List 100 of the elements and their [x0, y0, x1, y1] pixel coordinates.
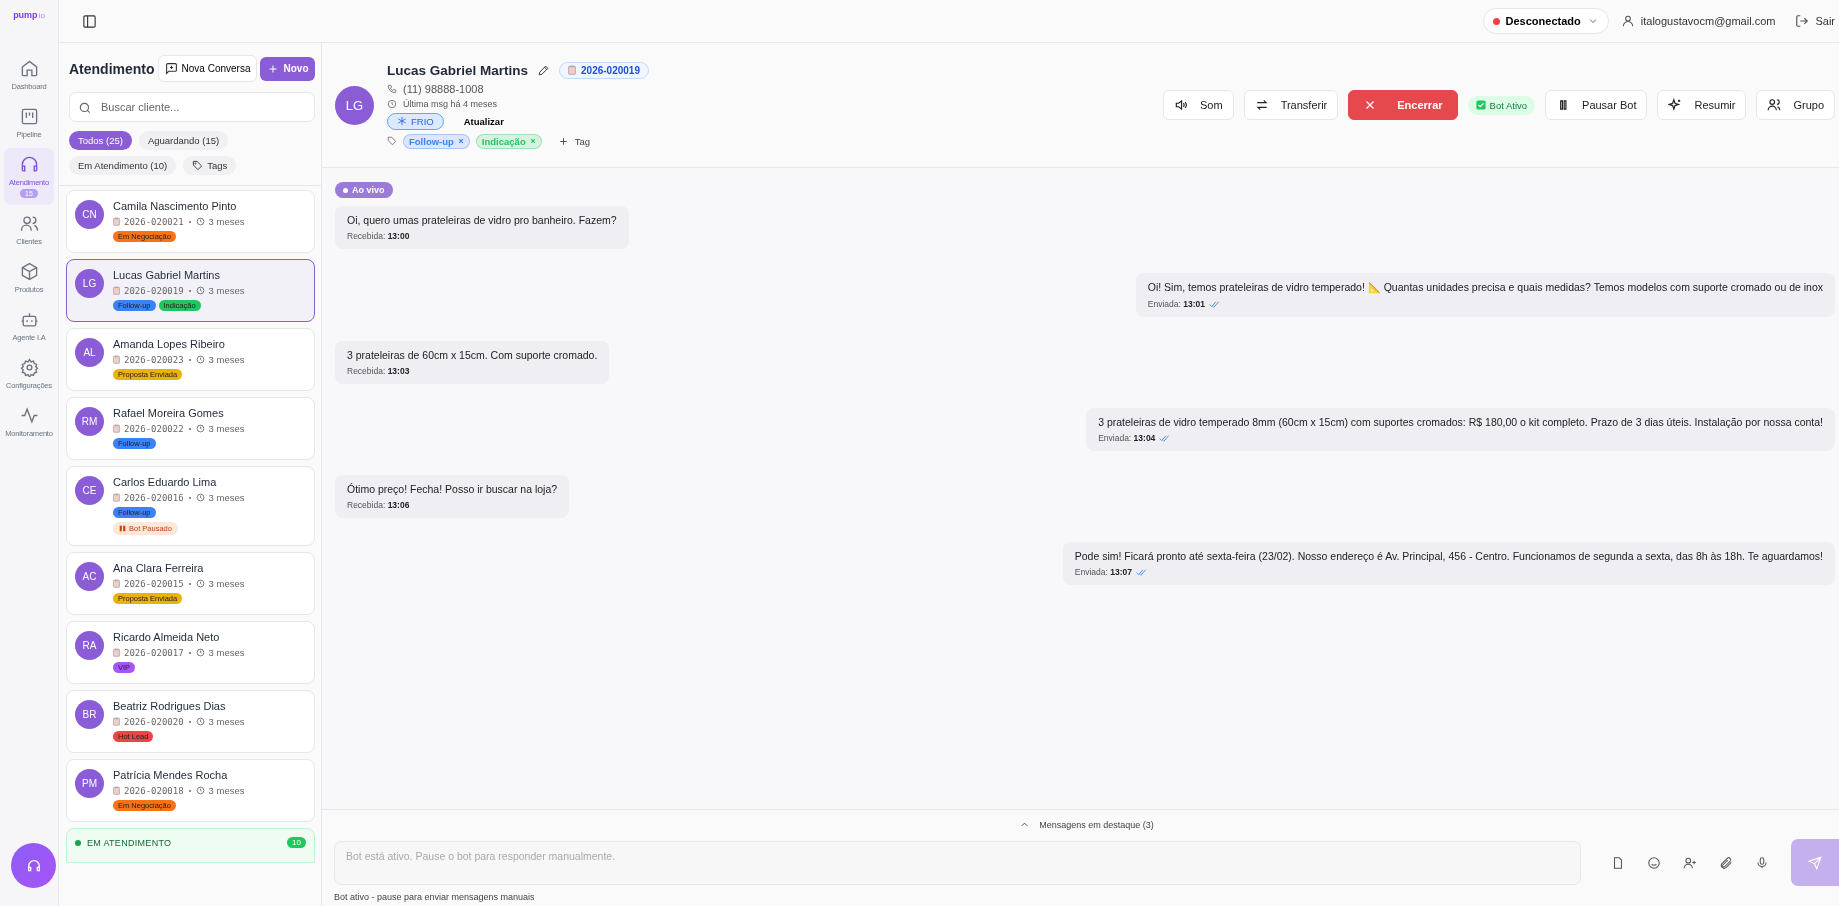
clipboard-icon — [113, 786, 120, 795]
phone-icon — [387, 83, 397, 94]
sound-button[interactable]: Som — [1163, 90, 1234, 120]
client-name: Amanda Lopes Ribeiro — [113, 338, 226, 350]
section-header[interactable]: EM ATENDIMENTO 10 — [66, 828, 315, 863]
avatar: BR — [75, 700, 104, 729]
pause-icon — [119, 525, 126, 532]
message-time: Recebida: 13:03 — [347, 366, 410, 376]
clipboard-icon — [568, 65, 577, 75]
client-name: Ricardo Almeida Neto — [113, 631, 221, 643]
sparkle-icon — [1668, 98, 1683, 112]
section-title: EM ATENDIMENTO — [87, 837, 172, 848]
clock-icon — [195, 717, 205, 726]
logout-link[interactable]: Sair — [1795, 14, 1835, 28]
clock-icon — [195, 355, 205, 364]
edit-icon[interactable] — [537, 63, 551, 77]
client-code: 2026-020023 — [124, 354, 184, 365]
message-text: Pode sim! Ficará pronto até sexta-feira (23/02). Nosso endereço é Av. Principal, 456 - Centro. Funcionamos de segunda a sexta, das 8h às 18h. Te aguardamos! — [1074, 550, 1823, 562]
microphone-icon[interactable] — [1755, 855, 1769, 870]
arrows-icon — [1254, 98, 1269, 112]
client-name: Beatriz Rodrigues Dias — [113, 700, 227, 712]
message-text: 3 prateleiras de vidro temperado 8mm (60cm x 15cm) com suportes cromados: R$ 180,00 o kit completo. Prazo de 3 dias úteis. Instalação por nossa conta! — [1098, 416, 1823, 428]
client-code: 2026-020015 — [124, 578, 184, 589]
avatar: PM — [75, 769, 104, 798]
message-text: 3 prateleiras de 60cm x 15cm. Com suporte cromado. — [347, 349, 598, 361]
emoji-icon[interactable] — [1647, 855, 1661, 870]
code-badge: 2026-020019 — [559, 61, 649, 79]
snowflake-icon — [397, 116, 407, 126]
client-code: 2026-020019 — [124, 285, 184, 296]
update-button[interactable]: Atualizar — [457, 114, 510, 128]
filter-chip[interactable]: Tags — [183, 156, 237, 175]
headset-icon — [25, 857, 42, 874]
avatar: CN — [75, 200, 104, 229]
robot-icon — [19, 310, 39, 329]
settings-icon — [19, 358, 39, 377]
clipboard-icon — [113, 717, 120, 726]
message-plus-icon — [164, 62, 178, 75]
clipboard-icon — [113, 424, 120, 433]
clock-icon — [195, 217, 205, 226]
time-ago: 3 meses — [208, 716, 245, 727]
time-ago: 3 meses — [208, 216, 245, 227]
box-icon — [19, 262, 39, 281]
time-ago: 3 meses — [208, 354, 245, 365]
client-code: 2026-020022 — [124, 423, 184, 434]
client-name: Lucas Gabriel Martins — [113, 269, 221, 281]
phone-number: (11) 98888-1008 — [403, 82, 484, 95]
clock-icon — [195, 424, 205, 433]
client-code: 2026-020020 — [124, 716, 184, 727]
new-button[interactable]: Novo — [260, 56, 316, 81]
filter-chip[interactable]: Todos (25) — [69, 131, 132, 150]
group-button[interactable]: Grupo — [1756, 90, 1835, 120]
new-conversation-button[interactable]: Nova Conversa — [157, 55, 258, 82]
temperature-chip[interactable]: FRIO — [387, 112, 444, 130]
message-text: Oi! Sim, temos prateleiras de vidro temperado! 📐 Quantas unidades precisa e quais medidas? Temos modelos com suporte cromado ou de inox — [1147, 281, 1823, 294]
contact-name: Lucas Gabriel Martins — [387, 62, 529, 78]
house-icon — [19, 59, 39, 78]
double-check-icon — [1135, 568, 1147, 576]
avatar: AC — [75, 562, 104, 591]
time-ago: 3 meses — [208, 647, 245, 658]
clipboard-icon — [113, 217, 120, 226]
close-button[interactable]: Encerrar — [1348, 90, 1458, 120]
clipboard-icon — [113, 579, 120, 588]
search-field[interactable]: Buscar cliente... — [69, 92, 315, 122]
pulse-icon — [19, 406, 39, 425]
double-check-icon — [1159, 434, 1171, 442]
avatar: RA — [75, 631, 104, 660]
kanban-icon — [19, 107, 39, 126]
message-text: Ótimo preço! Fecha! Posso ir buscar na loja? — [347, 483, 558, 495]
plus-icon — [557, 135, 569, 147]
document-icon[interactable] — [1611, 855, 1625, 870]
message-time: Recebida: 13:00 — [347, 231, 410, 241]
connection-status-dropdown[interactable]: Desconectado — [1482, 8, 1609, 34]
avatar: CE — [75, 476, 104, 505]
live-badge: Ao vivo — [335, 182, 393, 198]
clock-icon — [195, 786, 205, 795]
time-ago: 3 meses — [208, 492, 245, 503]
users-icon — [1767, 98, 1782, 112]
clock-icon — [195, 579, 205, 588]
filter-chip[interactable]: Aguardando (15) — [138, 131, 229, 150]
support-button[interactable] — [11, 843, 56, 888]
client-code: 2026-020018 — [124, 785, 184, 796]
remove-icon[interactable] — [457, 138, 464, 144]
paperclip-icon[interactable] — [1719, 855, 1733, 870]
logout-icon — [1795, 14, 1810, 28]
sparkle-button[interactable]: Resumir — [1657, 90, 1747, 120]
client-name: Ana Clara Ferreira — [113, 562, 205, 574]
avatar: LG — [75, 269, 104, 298]
filter-chip[interactable]: Em Atendimento (10) — [69, 156, 177, 175]
transfer-button[interactable]: Transferir — [1243, 90, 1339, 120]
tag-icon — [192, 160, 204, 171]
highlights-toggle[interactable]: Mensagens em destaque (3) — [1013, 818, 1160, 831]
clipboard-icon — [113, 286, 120, 295]
pause-button[interactable]: Pausar Bot — [1545, 90, 1648, 120]
sidebar-toggle-icon[interactable] — [82, 13, 97, 29]
client-name: Patrícia Mendes Rocha — [113, 769, 229, 781]
panel-title: Atendimento — [69, 60, 155, 77]
add-tag-button[interactable]: Tag — [551, 134, 596, 148]
avatar: RM — [75, 407, 104, 436]
add-user-icon[interactable] — [1683, 855, 1697, 870]
client-code: 2026-020016 — [124, 492, 184, 503]
